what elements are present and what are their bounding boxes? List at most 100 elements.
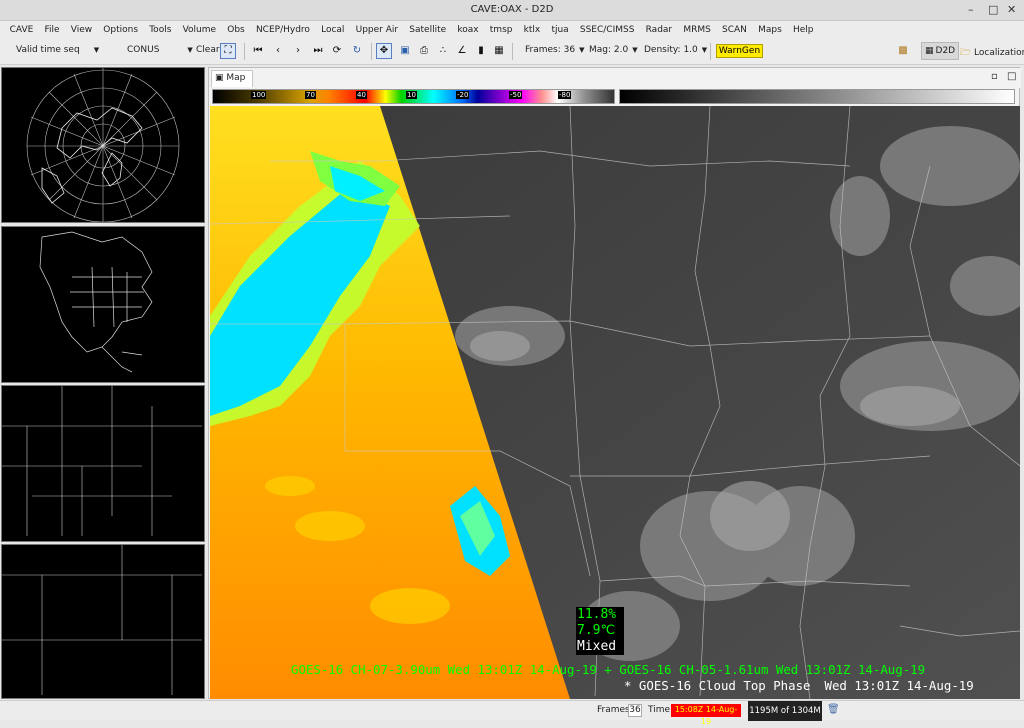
menu-koax[interactable]: koax [452,25,484,35]
minimize-icon[interactable]: – [968,3,974,16]
legend-time: Wed 13:01Z 14-Aug-19 [824,678,974,693]
legend-line-2[interactable]: * GOES-16 Cloud Top Phase Wed 13:01Z 14-A… [624,678,974,693]
colorbar-label: -50 [509,91,523,99]
satellite-image[interactable]: 11.8% 7.9℃ Mixed GOES-16 CH-07-3.90um We… [210,106,1020,699]
minimize-view-icon[interactable]: ▫ [991,71,998,82]
main-toolbar: Valid time seq ▼ CONUS ▼ Clear ⛶ ⏮ ‹ › ⏭ ⟳… [0,38,1024,65]
toolbar-separator [710,43,711,60]
menu-cave[interactable]: CAVE [4,25,39,35]
colorbar-label: -20 [456,91,470,99]
step-forward-icon[interactable]: › [291,44,305,58]
menu-view[interactable]: View [65,25,98,35]
regional-map [2,545,202,695]
points-icon[interactable]: ∴ [436,44,450,58]
memory-usage[interactable]: 1195M of 1304M [748,701,822,721]
density-dropdown[interactable]: Density: 1.0 ▼ [644,45,707,55]
menu-help[interactable]: Help [787,25,819,35]
chevron-down-icon: ▼ [579,46,585,54]
print-icon[interactable]: ⎙ [417,44,431,58]
zoom-box-icon[interactable]: ⛶ [220,43,236,59]
map-editor[interactable]: ▣ Map ✕ ▫ □ 100 70 40 10 -20 -50 -80 [208,67,1021,699]
map-tab-label: Map [226,73,246,83]
frames-dropdown[interactable]: Frames: 36 ▼ [525,45,584,55]
zoom-icon[interactable]: ▣ [398,44,412,58]
pan-icon[interactable]: ✥ [376,43,392,59]
localization-button[interactable]: 🗁 Localization [960,45,1024,61]
last-frame-icon[interactable]: ⏭ [311,44,325,58]
menu-maps[interactable]: Maps [752,25,787,35]
magnification-label: Mag: 2.0 [589,45,629,55]
blink-icon[interactable]: ▮ [474,44,488,58]
readout-percent: 11.8% [577,607,617,622]
density-label: Density: 1.0 [644,45,698,55]
side-pane-north-hemisphere[interactable] [1,67,205,223]
localization-icon: 🗁 [960,48,972,58]
magnification-dropdown[interactable]: Mag: 2.0 ▼ [589,45,638,55]
menu-ssec-cimss[interactable]: SSEC/CIMSS [574,25,640,35]
chevron-down-icon: ▼ [701,46,708,54]
toolbar-separator [512,43,513,60]
legend-line-1[interactable]: GOES-16 CH-07-3.90um Wed 13:01Z 14-Aug-1… [291,662,925,677]
sample-readout: 11.8% 7.9℃ Mixed [576,607,624,655]
time-status-label: Time: [648,705,674,715]
loop-icon[interactable]: ⟳ [330,44,344,58]
colorbar-label: 100 [251,91,267,99]
chevron-down-icon: ▼ [93,46,100,54]
contrast-icon[interactable]: ▦ [492,44,506,58]
menu-upper-air[interactable]: Upper Air [350,25,404,35]
scale-dropdown[interactable]: CONUS ▼ [127,45,193,55]
side-pane-regional[interactable] [1,544,205,699]
central-us-map [2,386,202,536]
visible-grayscale-colorbar [619,89,1015,104]
time-status-value: 15:08Z 14-Aug-19 [671,704,741,726]
menu-local[interactable]: Local [316,25,351,35]
time-mode-dropdown[interactable]: Valid time seq ▼ [16,45,99,55]
warngen-button[interactable]: WarnGen [716,44,763,58]
frames-count: 36 [628,704,642,717]
monitor-icon: ▦ [925,46,934,56]
map-tab-row: ▣ Map ✕ ▫ □ [209,68,1021,98]
menu-tjua[interactable]: tjua [546,25,574,35]
menu-tools[interactable]: Tools [144,25,177,35]
readout-phase: Mixed [577,639,617,654]
north-america-map [39,231,153,373]
first-frame-icon[interactable]: ⏮ [251,44,265,58]
toolbar-separator [371,43,372,60]
menu-ncep-hydro[interactable]: NCEP/Hydro [250,25,315,35]
time-mode-label: Valid time seq [16,45,80,55]
side-pane-central-us[interactable] [1,385,205,542]
localization-label: Localization [974,48,1024,58]
colorbar-label: 70 [305,91,316,99]
d2d-label: D2D [935,46,956,56]
menu-file[interactable]: File [39,25,65,35]
menu-scan[interactable]: SCAN [716,25,752,35]
close-icon[interactable]: ✕ [1007,3,1016,16]
menu-mrms[interactable]: MRMS [678,25,717,35]
colorbar-label: 10 [406,91,417,99]
menu-ktlx[interactable]: ktlx [518,25,546,35]
baselines-icon[interactable]: ∠ [455,44,469,58]
menu-volume[interactable]: Volume [177,25,222,35]
polar-map [26,68,180,223]
d2d-perspective-button[interactable]: ▦ D2D [921,42,960,60]
step-back-icon[interactable]: ‹ [271,44,285,58]
maximize-icon[interactable]: □ [988,3,998,16]
menu-tmsp[interactable]: tmsp [484,25,518,35]
chevron-down-icon: ▼ [187,46,193,54]
clear-button[interactable]: Clear [196,45,220,55]
trash-icon[interactable]: 🗑 [827,704,840,717]
maximize-view-icon[interactable]: □ [1007,71,1016,82]
frames-label: Frames: 36 [525,45,576,55]
tab-map[interactable]: ▣ Map ✕ [211,70,253,98]
colorbar-label: 40 [356,91,367,99]
legend-product: * GOES-16 Cloud Top Phase [624,678,811,693]
menu-bar: CAVE File View Options Tools Volume Obs … [0,21,1024,38]
perspective-icon[interactable]: ▩ [896,44,910,58]
menu-options[interactable]: Options [98,25,144,35]
refresh-icon[interactable]: ↻ [350,44,364,58]
window-titlebar: CAVE:OAX - D2D – □ ✕ [0,0,1024,21]
menu-radar[interactable]: Radar [640,25,678,35]
menu-satellite[interactable]: Satellite [404,25,452,35]
menu-obs[interactable]: Obs [222,25,251,35]
side-pane-north-america[interactable] [1,226,205,383]
